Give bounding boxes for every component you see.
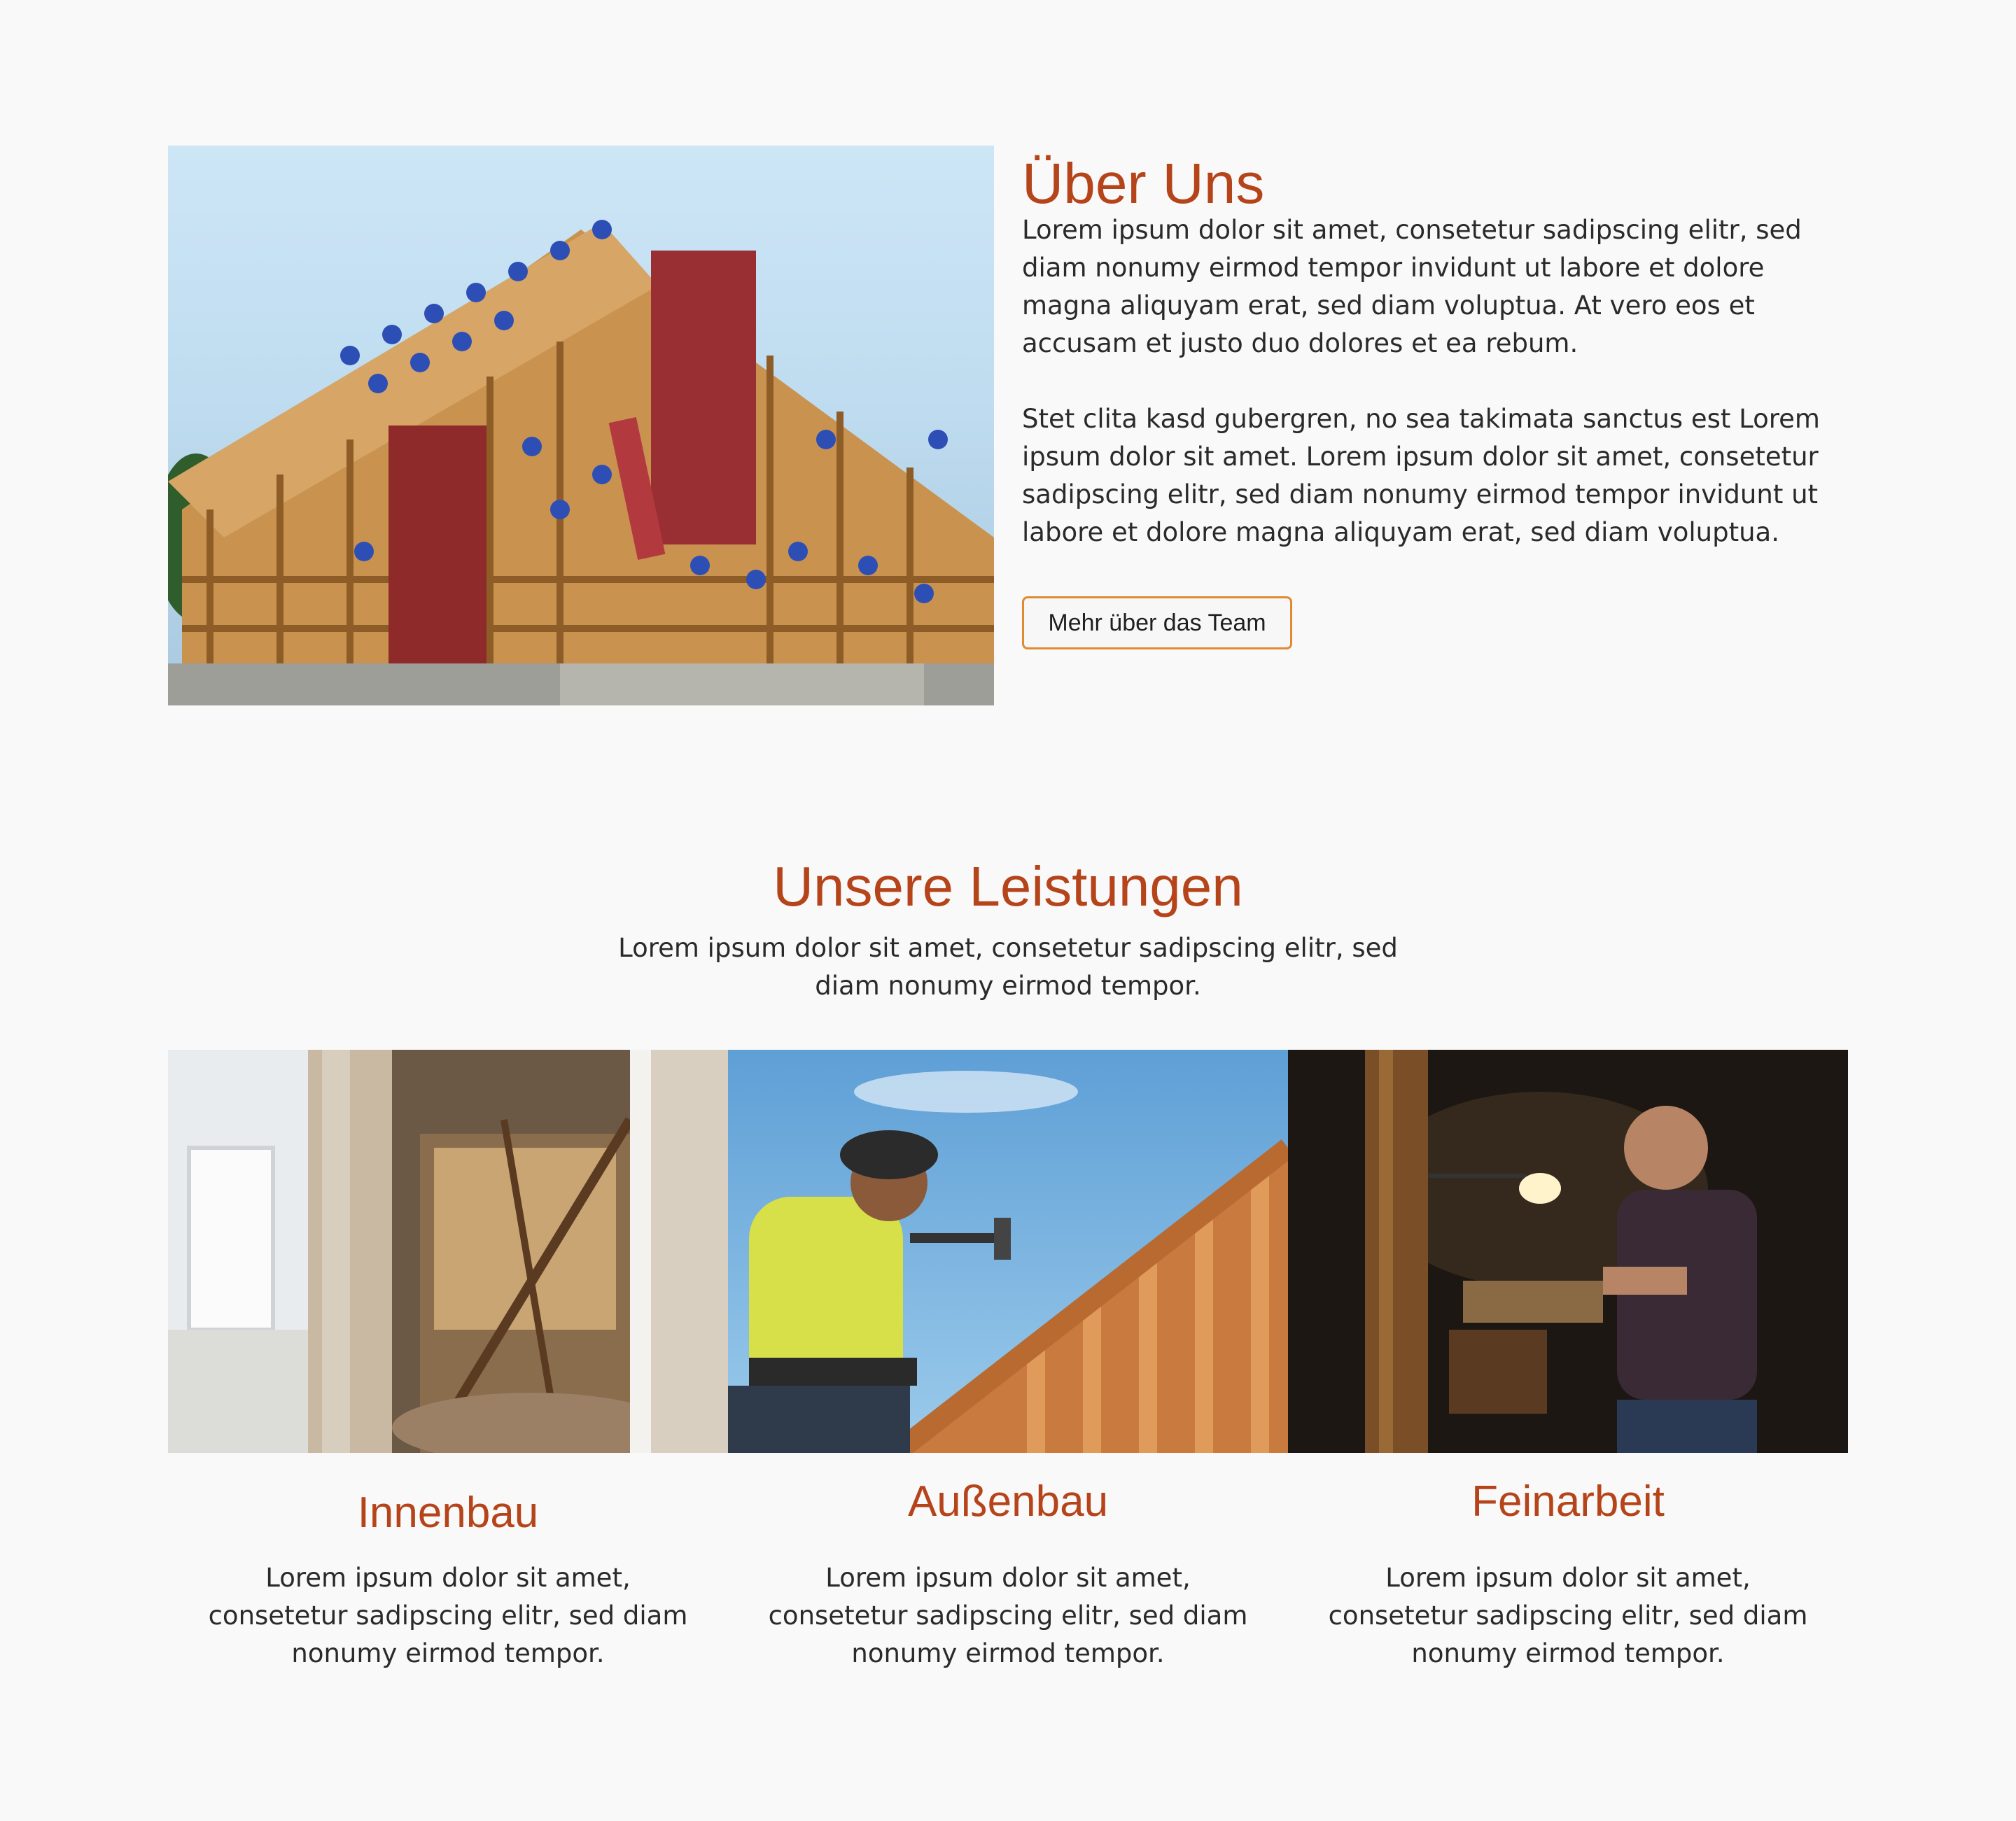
- about-text: Lorem ipsum dolor sit amet, consetetur s…: [1022, 211, 1855, 589]
- service-image-innenbau: [168, 1050, 728, 1453]
- services-intro: Lorem ipsum dolor sit amet, consetetur s…: [618, 933, 1398, 1001]
- service-text-feinarbeit: Lorem ipsum dolor sit amet, consetetur s…: [1328, 1563, 1808, 1668]
- about-paragraph: Lorem ipsum dolor sit amet, consetetur s…: [1022, 215, 1802, 358]
- service-title-innenbau: Innenbau: [357, 1489, 539, 1537]
- service-title-aussenbau: Außenbau: [907, 1477, 1109, 1526]
- team-button[interactable]: Mehr über das Team: [1022, 596, 1292, 649]
- service-text-innenbau: Lorem ipsum dolor sit amet, consetetur s…: [208, 1563, 688, 1668]
- service-image-feinarbeit: [1288, 1050, 1848, 1453]
- service-image-aussenbau: [728, 1050, 1288, 1453]
- services-title: Unsere Leistungen: [773, 855, 1243, 917]
- service-text-aussenbau: Lorem ipsum dolor sit amet, consetetur s…: [768, 1563, 1248, 1668]
- service-title-feinarbeit: Feinarbeit: [1471, 1477, 1665, 1526]
- about-team-photo: [168, 146, 994, 705]
- about-paragraph: Stet clita kasd gubergren, no sea takima…: [1022, 404, 1820, 547]
